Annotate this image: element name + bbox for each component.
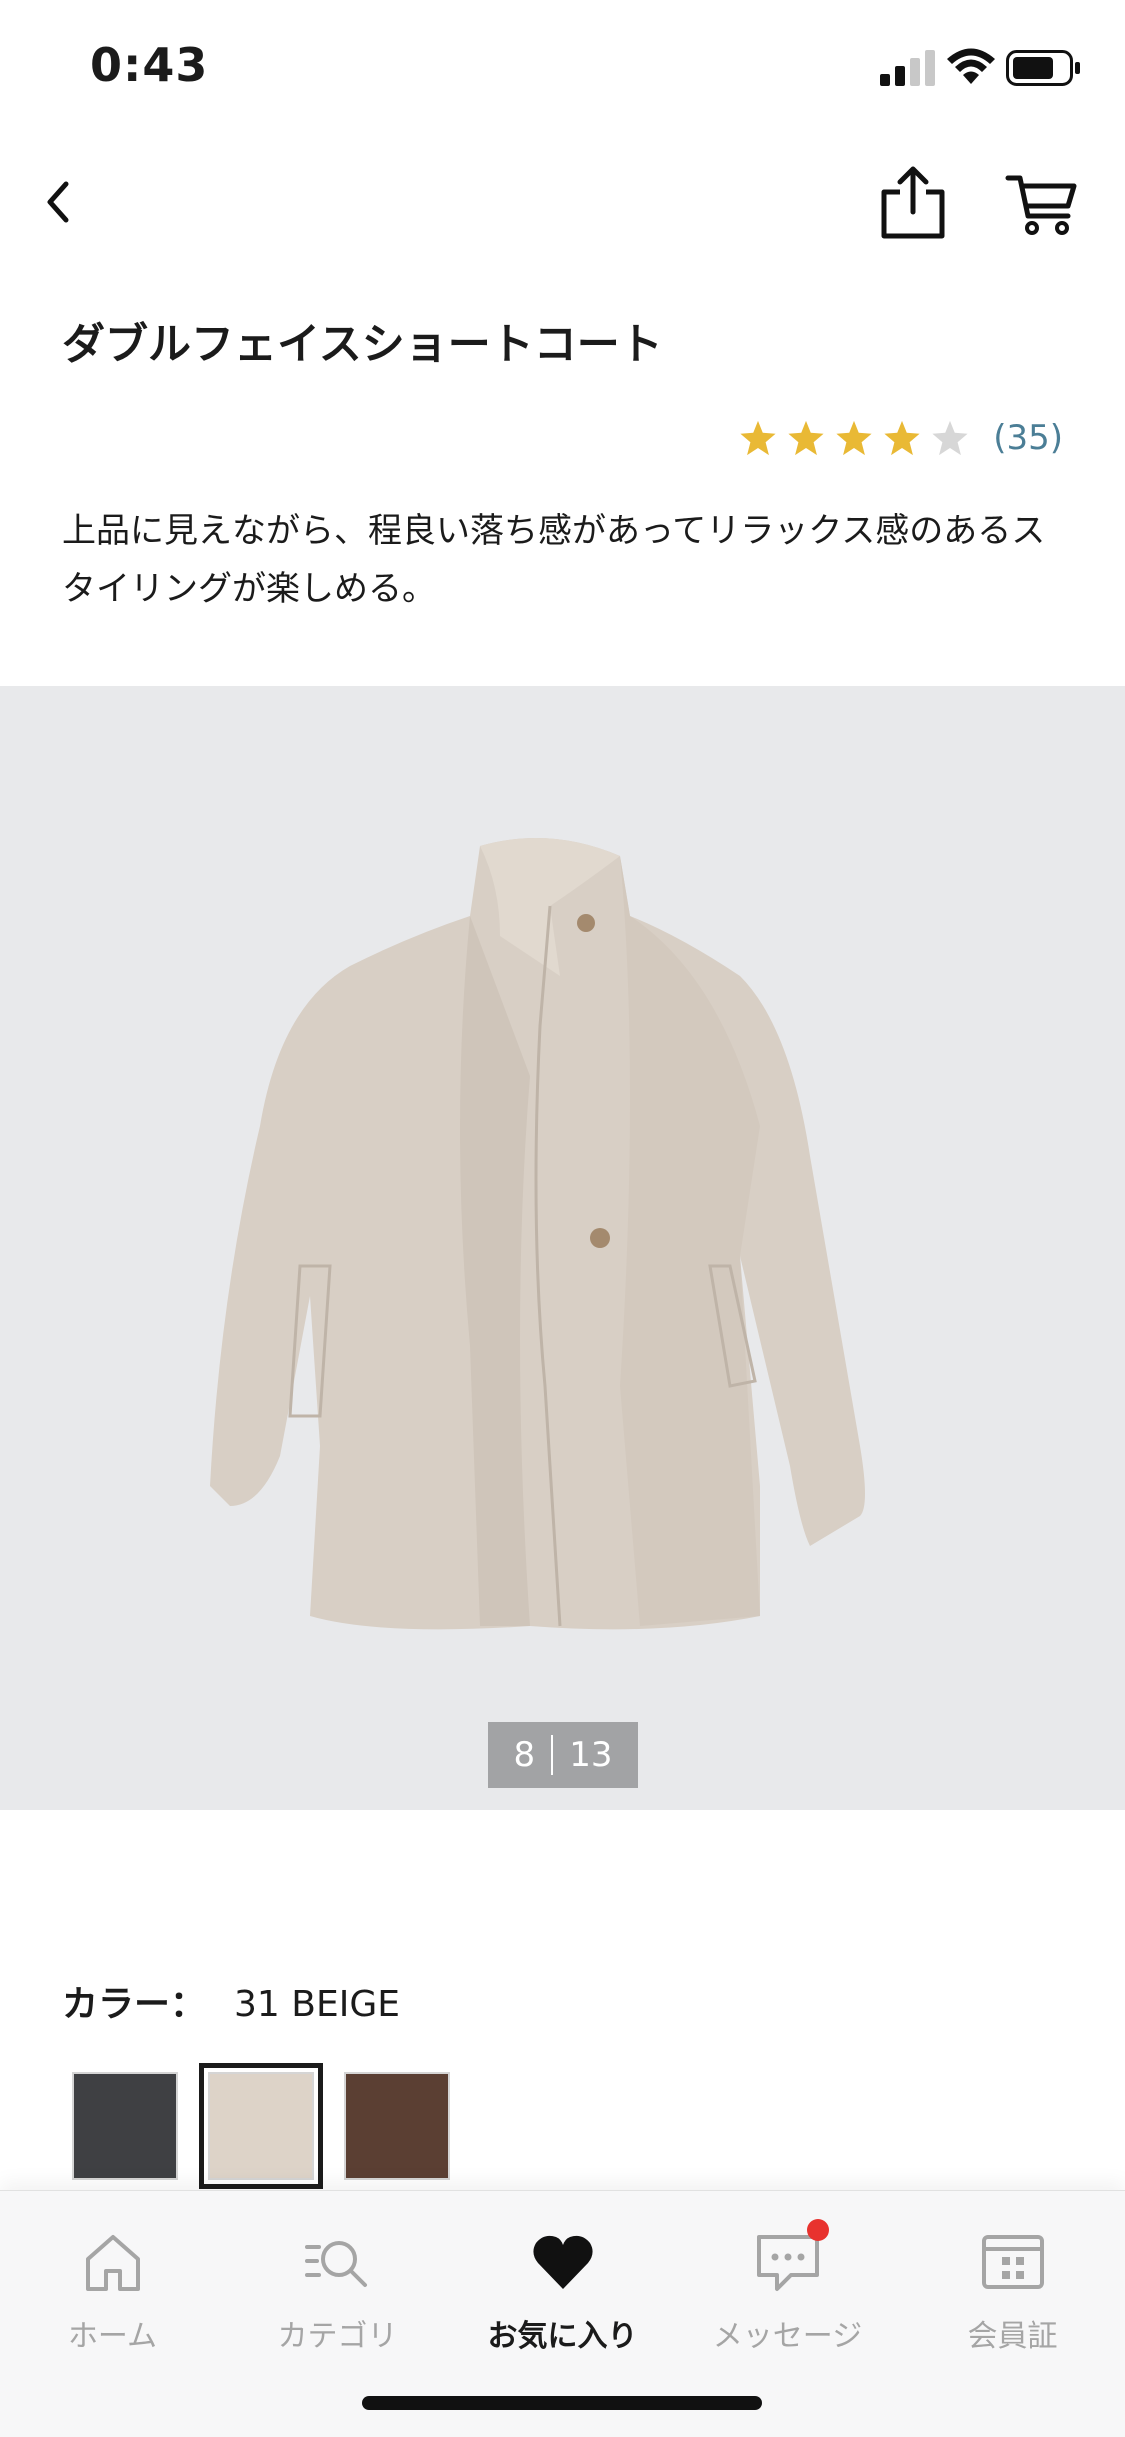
tab-messages[interactable]: メッセージ	[675, 2209, 900, 2359]
color-label: カラー：	[62, 1984, 207, 2025]
back-chevron-icon[interactable]	[30, 172, 90, 232]
home-indicator	[362, 2396, 762, 2410]
color-swatches	[72, 2063, 450, 2189]
color-swatch-beige[interactable]	[199, 2063, 323, 2189]
cellular-signal-icon	[880, 50, 935, 86]
current-image-index: 8	[513, 1735, 536, 1775]
product-description: 上品に見えながら、程良い落ち感があってリラックス感のあるスタイリングが楽しめる。	[62, 511, 1046, 609]
tab-home[interactable]: ホーム	[0, 2209, 225, 2359]
star-filled-icon	[884, 420, 920, 456]
page-indicator-separator	[551, 1735, 554, 1775]
status-time: 0:43	[90, 38, 209, 92]
cart-icon[interactable]	[1004, 164, 1080, 240]
heart-icon	[532, 2235, 593, 2289]
tab-label: メッセージ	[712, 2319, 863, 2354]
total-image-count: 13	[569, 1735, 613, 1775]
color-swatch-brown[interactable]	[344, 2072, 450, 2180]
tab-favorites[interactable]: お気に入り	[450, 2209, 675, 2359]
product-image-gallery[interactable]: 8 13	[0, 686, 1125, 1810]
product-image	[210, 838, 865, 1630]
star-filled-icon	[788, 420, 824, 456]
tab-label: ホーム	[67, 2319, 158, 2354]
star-filled-icon	[740, 420, 776, 456]
product-rating[interactable]: (35)	[739, 410, 1063, 466]
wifi-icon	[947, 48, 995, 84]
status-bar: 0:43	[0, 0, 1125, 140]
color-swatch-dark-gray[interactable]	[72, 2072, 178, 2180]
rating-stars	[739, 419, 969, 457]
color-selection: カラー： 31 BEIGE	[62, 1975, 400, 2027]
share-icon[interactable]	[878, 162, 948, 242]
product-title: ダブルフェイスショートコート	[62, 320, 663, 370]
membership-card-icon	[981, 2235, 1044, 2289]
image-page-indicator: 8 13	[488, 1722, 638, 1788]
tab-label: お気に入り	[487, 2319, 638, 2354]
category-search-icon	[304, 2241, 367, 2287]
battery-icon	[1006, 50, 1080, 86]
tab-category[interactable]: カテゴリ	[225, 2209, 450, 2359]
star-empty-icon	[932, 420, 968, 456]
notification-badge	[807, 2219, 829, 2241]
tab-label: カテゴリ	[277, 2319, 398, 2354]
home-icon	[85, 2235, 140, 2291]
review-count[interactable]: (35)	[993, 418, 1063, 458]
selected-color-value: 31 BEIGE	[234, 1984, 400, 2025]
tab-membership-card[interactable]: 会員証	[900, 2209, 1125, 2359]
star-filled-icon	[836, 420, 872, 456]
navigation-bar	[0, 150, 1125, 260]
tab-label: 会員証	[967, 2319, 1058, 2354]
